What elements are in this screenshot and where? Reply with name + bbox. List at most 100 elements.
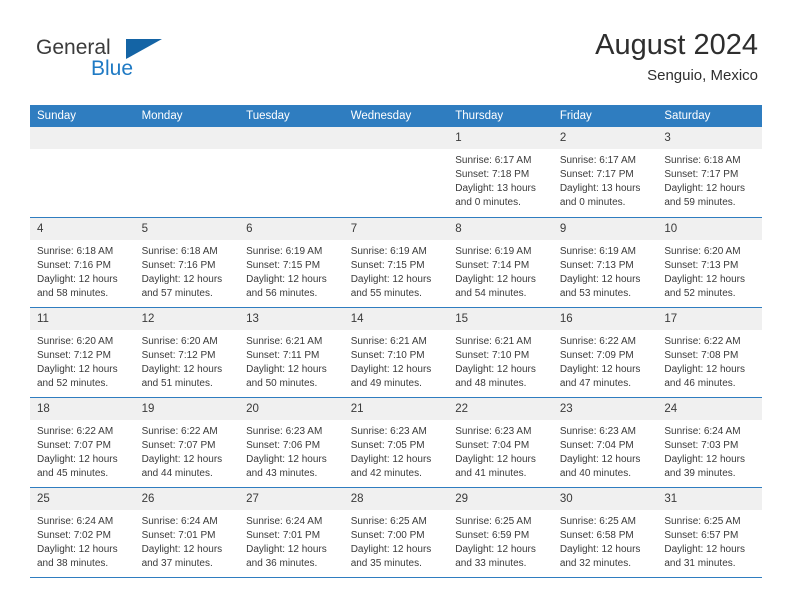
calendar-day-cell[interactable]: 13 Sunrise: 6:21 AM Sunset: 7:11 PM Dayligh… (239, 306, 344, 397)
day-details: Sunrise: 6:19 AM Sunset: 7:13 PM Daylight:… (553, 240, 658, 301)
day-detail-daylight1: Daylight: 12 hours (37, 273, 118, 285)
day-details: Sunrise: 6:23 AM Sunset: 7:04 PM Daylight:… (553, 420, 658, 481)
day-detail-sunset: Sunset: 7:03 PM (664, 439, 739, 451)
day-details: Sunrise: 6:22 AM Sunset: 7:07 PM Daylight:… (30, 420, 135, 481)
day-details: Sunrise: 6:25 AM Sunset: 7:00 PM Daylight:… (344, 510, 449, 571)
day-detail-sunrise: Sunrise: 6:19 AM (559, 245, 636, 257)
weekday-header-saturday: Saturday (657, 105, 762, 127)
day-detail-daylight2: and 37 minutes. (141, 557, 213, 569)
calendar-day-cell[interactable]: 9 Sunrise: 6:19 AM Sunset: 7:13 PM Daylight… (552, 216, 658, 307)
calendar-day-cell[interactable]: 11 Sunrise: 6:20 AM Sunset: 7:12 PM Dayligh… (30, 306, 135, 397)
day-detail-sunrise: Sunrise: 6:24 AM (664, 425, 741, 437)
calendar-day-cell[interactable]: 4 Sunrise: 6:18 AM Sunset: 7:16 PM Daylight… (30, 216, 135, 307)
day-detail-daylight2: and 48 minutes. (455, 377, 527, 389)
day-detail-daylight2: and 52 minutes. (37, 377, 109, 389)
day-detail-sunset: Sunset: 7:16 PM (141, 259, 216, 271)
day-number: 8 (448, 217, 553, 240)
calendar-day-cell[interactable]: 22 Sunrise: 6:23 AM Sunset: 7:04 PM Dayligh… (448, 396, 553, 487)
calendar-day-cell[interactable]: 23 Sunrise: 6:23 AM Sunset: 7:04 PM Dayligh… (552, 396, 658, 487)
day-detail-daylight2: and 55 minutes. (350, 287, 422, 299)
weekday-header-sunday: Sunday (30, 105, 135, 127)
day-detail-daylight1: Daylight: 12 hours (350, 273, 432, 285)
title-block: August 2024 Senguio, Mexico (595, 28, 758, 85)
day-details: Sunrise: 6:17 AM Sunset: 7:18 PM Daylight:… (448, 149, 553, 210)
calendar-day-cell[interactable]: 25 Sunrise: 6:24 AM Sunset: 7:02 PM Dayligh… (30, 486, 135, 578)
calendar-day-cell[interactable]: 7 Sunrise: 6:19 AM Sunset: 7:15 PM Daylight… (343, 216, 449, 307)
brand-logo[interactable]: General Blue (36, 36, 266, 94)
calendar-day-cell[interactable]: 26 Sunrise: 6:24 AM Sunset: 7:01 PM Dayligh… (134, 486, 240, 578)
calendar-day-cell[interactable]: 12 Sunrise: 6:20 AM Sunset: 7:12 PM Dayligh… (134, 306, 240, 397)
calendar-day-cell[interactable]: 3 Sunrise: 6:18 AM Sunset: 7:17 PM Daylight… (657, 127, 762, 217)
calendar-day-cell[interactable]: 27 Sunrise: 6:24 AM Sunset: 7:01 PM Dayligh… (239, 486, 344, 578)
day-details: Sunrise: 6:18 AM Sunset: 7:16 PM Daylight:… (30, 240, 135, 301)
day-detail-daylight1: Daylight: 12 hours (246, 363, 327, 375)
day-details: Sunrise: 6:19 AM Sunset: 7:14 PM Daylight:… (448, 240, 553, 301)
day-number (134, 127, 240, 149)
calendar-day-cell[interactable]: 2 Sunrise: 6:17 AM Sunset: 7:17 PM Daylight… (552, 127, 658, 217)
day-details: Sunrise: 6:23 AM Sunset: 7:06 PM Daylight:… (239, 420, 344, 481)
day-detail-daylight2: and 40 minutes. (559, 467, 631, 479)
day-detail-sunset: Sunset: 7:12 PM (141, 349, 216, 361)
calendar-day-cell[interactable]: 30 Sunrise: 6:25 AM Sunset: 6:58 PM Dayligh… (552, 486, 658, 578)
calendar-day-cell[interactable]: 31 Sunrise: 6:25 AM Sunset: 6:57 PM Dayligh… (657, 486, 762, 578)
calendar-day-cell[interactable]: 17 Sunrise: 6:22 AM Sunset: 7:08 PM Dayligh… (657, 306, 762, 397)
calendar-day-cell[interactable]: 19 Sunrise: 6:22 AM Sunset: 7:07 PM Dayligh… (134, 396, 240, 487)
calendar-week-row: 1 Sunrise: 6:17 AM Sunset: 7:18 PM Daylight… (30, 127, 762, 217)
weekday-header-thursday: Thursday (448, 105, 553, 127)
day-number: 14 (343, 307, 449, 330)
calendar-day-cell-empty (343, 127, 449, 217)
calendar-day-cell[interactable]: 15 Sunrise: 6:21 AM Sunset: 7:10 PM Dayligh… (448, 306, 553, 397)
day-details: Sunrise: 6:22 AM Sunset: 7:09 PM Daylight:… (553, 330, 658, 391)
weekday-header-row: Sunday Monday Tuesday Wednesday Thursday… (30, 105, 762, 127)
day-detail-sunset: Sunset: 7:16 PM (37, 259, 111, 271)
calendar-day-cell[interactable]: 18 Sunrise: 6:22 AM Sunset: 7:07 PM Dayligh… (30, 396, 135, 487)
day-detail-sunrise: Sunrise: 6:20 AM (141, 335, 218, 347)
day-detail-sunset: Sunset: 7:07 PM (141, 439, 216, 451)
day-detail-daylight2: and 33 minutes. (455, 557, 527, 569)
day-detail-sunrise: Sunrise: 6:17 AM (455, 155, 532, 166)
day-detail-sunrise: Sunrise: 6:25 AM (455, 515, 532, 527)
day-number (343, 127, 449, 149)
day-detail-daylight2: and 58 minutes. (37, 287, 109, 299)
day-detail-daylight2: and 49 minutes. (350, 377, 422, 389)
calendar-week-row: 4 Sunrise: 6:18 AM Sunset: 7:16 PM Daylight… (30, 216, 762, 307)
day-detail-daylight2: and 53 minutes. (559, 287, 631, 299)
calendar-day-cell[interactable]: 14 Sunrise: 6:21 AM Sunset: 7:10 PM Dayligh… (343, 306, 449, 397)
day-detail-sunrise: Sunrise: 6:22 AM (559, 335, 636, 347)
day-detail-daylight1: Daylight: 12 hours (559, 273, 641, 285)
day-details: Sunrise: 6:19 AM Sunset: 7:15 PM Daylight:… (239, 240, 344, 301)
calendar-day-cell[interactable]: 28 Sunrise: 6:25 AM Sunset: 7:00 PM Dayligh… (343, 486, 449, 578)
calendar-day-cell[interactable]: 1 Sunrise: 6:17 AM Sunset: 7:18 PM Daylight… (448, 127, 553, 217)
calendar-day-cell[interactable]: 16 Sunrise: 6:22 AM Sunset: 7:09 PM Dayligh… (552, 306, 658, 397)
calendar-day-cell[interactable]: 10 Sunrise: 6:20 AM Sunset: 7:13 PM Dayligh… (657, 216, 762, 307)
day-number: 12 (134, 307, 240, 330)
day-details: Sunrise: 6:23 AM Sunset: 7:04 PM Daylight:… (448, 420, 553, 481)
weekday-header-friday: Friday (552, 105, 658, 127)
calendar-day-cell[interactable]: 21 Sunrise: 6:23 AM Sunset: 7:05 PM Dayligh… (343, 396, 449, 487)
calendar-day-cell[interactable]: 20 Sunrise: 6:23 AM Sunset: 7:06 PM Dayligh… (239, 396, 344, 487)
day-detail-sunset: Sunset: 7:00 PM (350, 529, 425, 541)
day-detail-daylight2: and 51 minutes. (141, 377, 213, 389)
day-detail-sunset: Sunset: 7:13 PM (559, 259, 634, 271)
calendar-day-cell-empty (239, 127, 344, 217)
weekday-header-monday: Monday (134, 105, 240, 127)
day-detail-daylight2: and 39 minutes. (664, 467, 736, 479)
day-detail-sunset: Sunset: 7:14 PM (455, 259, 530, 271)
day-detail-daylight2: and 36 minutes. (246, 557, 318, 569)
calendar-day-cell[interactable]: 5 Sunrise: 6:18 AM Sunset: 7:16 PM Daylight… (134, 216, 240, 307)
day-detail-sunset: Sunset: 7:01 PM (141, 529, 216, 541)
calendar-day-cell[interactable]: 24 Sunrise: 6:24 AM Sunset: 7:03 PM Dayligh… (657, 396, 762, 487)
day-detail-sunrise: Sunrise: 6:21 AM (246, 335, 323, 347)
day-detail-daylight1: Daylight: 12 hours (455, 543, 536, 555)
day-detail-sunset: Sunset: 7:13 PM (664, 259, 739, 271)
day-detail-sunrise: Sunrise: 6:22 AM (37, 425, 114, 437)
day-detail-sunrise: Sunrise: 6:21 AM (350, 335, 427, 347)
calendar-day-cell[interactable]: 29 Sunrise: 6:25 AM Sunset: 6:59 PM Dayligh… (448, 486, 553, 578)
calendar-day-cell[interactable]: 8 Sunrise: 6:19 AM Sunset: 7:14 PM Daylight… (448, 216, 553, 307)
day-detail-daylight1: Daylight: 12 hours (37, 363, 118, 375)
day-detail-daylight1: Daylight: 12 hours (559, 363, 641, 375)
day-detail-sunset: Sunset: 7:06 PM (246, 439, 321, 451)
day-details: Sunrise: 6:18 AM Sunset: 7:16 PM Daylight:… (135, 240, 240, 301)
calendar-day-cell[interactable]: 6 Sunrise: 6:19 AM Sunset: 7:15 PM Daylight… (239, 216, 344, 307)
day-number: 3 (657, 127, 762, 149)
